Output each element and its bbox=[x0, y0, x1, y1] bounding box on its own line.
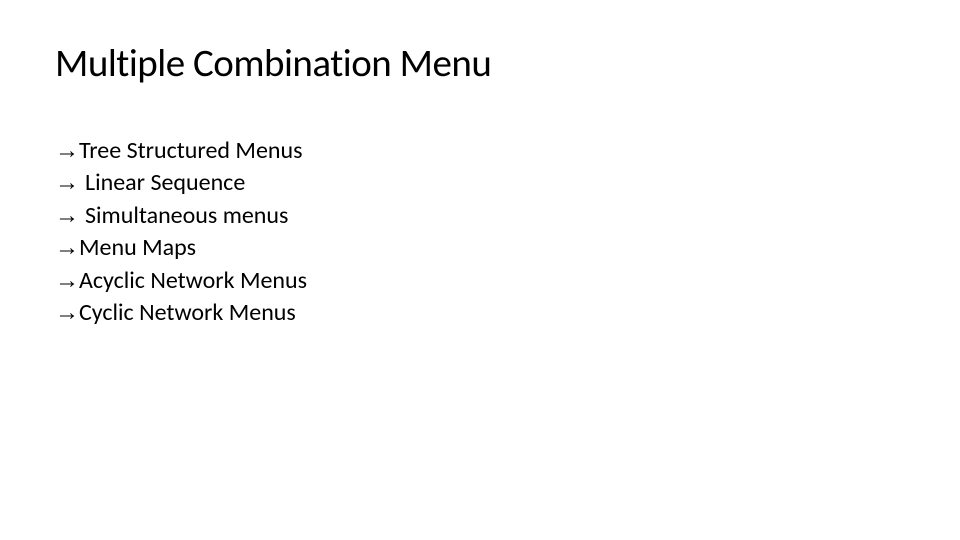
slide-title: Multiple Combination Menu bbox=[55, 40, 905, 87]
bullet-text: Linear Sequence bbox=[85, 167, 245, 199]
arrow-right-icon: → bbox=[55, 167, 79, 199]
bullet-text: Tree Structured Menus bbox=[79, 135, 303, 167]
bullet-text: Simultaneous menus bbox=[85, 200, 288, 232]
bullet-text: Menu Maps bbox=[79, 232, 196, 264]
arrow-right-icon: → bbox=[55, 232, 79, 264]
list-item: →Linear Sequence bbox=[55, 167, 905, 199]
list-item: →Tree Structured Menus bbox=[55, 135, 905, 167]
bullet-text: Acyclic Network Menus bbox=[79, 265, 307, 297]
arrow-right-icon: → bbox=[55, 200, 79, 232]
arrow-right-icon: → bbox=[55, 265, 79, 297]
arrow-right-icon: → bbox=[55, 297, 79, 329]
list-item: →Cyclic Network Menus bbox=[55, 297, 905, 329]
bullet-list: →Tree Structured Menus →Linear Sequence … bbox=[55, 135, 905, 329]
bullet-text: Cyclic Network Menus bbox=[79, 297, 296, 329]
list-item: →Menu Maps bbox=[55, 232, 905, 264]
list-item: →Simultaneous menus bbox=[55, 200, 905, 232]
list-item: →Acyclic Network Menus bbox=[55, 265, 905, 297]
arrow-right-icon: → bbox=[55, 135, 79, 167]
